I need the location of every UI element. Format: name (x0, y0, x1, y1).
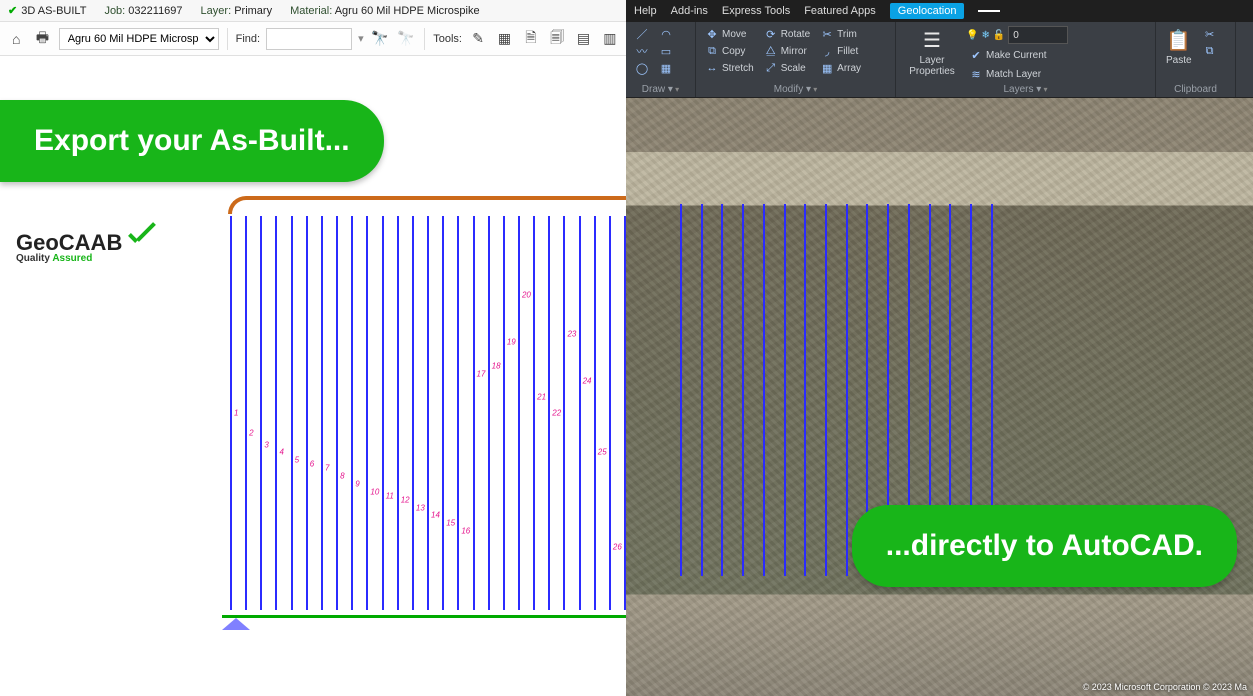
cmd-make-current[interactable]: ✔Make Current (966, 47, 1068, 63)
cmd-cut[interactable]: ✂ (1200, 26, 1220, 42)
cmd-copyclip[interactable]: ⧉ (1200, 43, 1220, 59)
corner-triangle (222, 618, 250, 630)
cmd-copy[interactable]: ⧉Copy (702, 43, 757, 59)
menu-express-tools[interactable]: Express Tools (722, 5, 790, 17)
toolbar: ⌂ 🖶 Agru 60 Mil HDPE Microspike Find: ▾ … (0, 22, 626, 56)
autocad-ribbon: ／ 〰 ◯ ◠ ▭ ▦ Draw ▾ ✥Move ⧉Copy ↔Stretch (626, 22, 1253, 98)
liner-edge (228, 196, 626, 214)
asbuilt-drawing: 1 2 3 4 5 6 7 8 9 10 11 12 13 14 15 16 1… (210, 196, 626, 636)
toe-line (222, 615, 626, 618)
tool-pencil-icon[interactable]: ✎ (468, 28, 488, 50)
tool-list2-icon[interactable]: ▥ (600, 28, 620, 50)
imagery-credit: © 2023 Microsoft Corporation © 2023 Ma (1083, 682, 1247, 692)
panel-clipboard-title: Clipboard (1162, 82, 1229, 95)
cmd-scale[interactable]: ⤢Scale (761, 60, 813, 76)
tool-list1-icon[interactable]: ▤ (573, 28, 593, 50)
print-icon[interactable]: 🖶 (32, 28, 52, 50)
cmd-move[interactable]: ✥Move (702, 26, 757, 42)
callout-export: Export your As-Built... (0, 100, 384, 182)
material-select[interactable]: Agru 60 Mil HDPE Microspike (59, 28, 219, 50)
menu-help[interactable]: Help (634, 5, 657, 17)
cmd-fillet[interactable]: ◞Fillet (817, 43, 864, 59)
cmd-array[interactable]: ▦Array (817, 60, 864, 76)
cmd-hatch[interactable]: ▦ (656, 60, 676, 76)
find-input[interactable] (266, 28, 352, 50)
status-bar: ✔3D AS-BUILT Job: 032211697 Layer: Prima… (0, 0, 626, 22)
ribbon-collapse-icon[interactable] (978, 10, 1000, 12)
layer-combo[interactable] (1008, 26, 1068, 44)
panel-columns: 1 2 3 4 5 6 7 8 9 10 11 12 13 14 15 16 1… (230, 216, 626, 610)
autocad-menubar: Help Add-ins Express Tools Featured Apps… (626, 0, 1253, 22)
checkmark-icon: ✔3D AS-BUILT (8, 4, 86, 17)
cmd-stretch[interactable]: ↔Stretch (702, 60, 757, 76)
panel-layers-title[interactable]: Layers ▾ (902, 82, 1149, 95)
cmd-circle[interactable]: ◯ (632, 60, 652, 76)
find-next-icon: 🔭 (396, 28, 416, 50)
geocaab-logo: GeoCAAB Quality Assured (16, 230, 156, 264)
panel-modify-title[interactable]: Modify ▾ (702, 82, 889, 95)
tool-docs-icon[interactable]: 🗐 (547, 28, 567, 50)
autocad-app: Help Add-ins Express Tools Featured Apps… (626, 0, 1253, 696)
cmd-rotate[interactable]: ⟳Rotate (761, 26, 813, 42)
tool-grid-icon[interactable]: ▦ (494, 28, 514, 50)
cmd-paste[interactable]: 📋 Paste (1162, 26, 1196, 68)
cmd-arc[interactable]: ◠ (656, 26, 676, 42)
menu-addins[interactable]: Add-ins (671, 5, 708, 17)
cmd-trim[interactable]: ✂Trim (817, 26, 864, 42)
panel-draw-title[interactable]: Draw ▾ (632, 82, 689, 95)
callout-autocad: ...directly to AutoCAD. (852, 505, 1237, 587)
panel-clipboard: 📋 Paste ✂ ⧉ Clipboard (1156, 22, 1236, 97)
layer-field: Layer: Primary (201, 5, 273, 17)
menu-featured-apps[interactable]: Featured Apps (804, 5, 876, 17)
cmd-match-layer[interactable]: ≋Match Layer (966, 66, 1068, 82)
find-label: Find: (236, 33, 260, 45)
panel-modify: ✥Move ⧉Copy ↔Stretch ⟳Rotate ⧋Mirror ⤢Sc… (696, 22, 896, 97)
home-icon[interactable]: ⌂ (6, 28, 26, 50)
cmd-line[interactable]: ／ (632, 26, 652, 42)
panel-draw: ／ 〰 ◯ ◠ ▭ ▦ Draw ▾ (626, 22, 696, 97)
job-field: Job: 032211697 (104, 5, 182, 17)
tab-geolocation[interactable]: Geolocation (890, 3, 965, 19)
material-field: Material: Agru 60 Mil HDPE Microspike (290, 5, 480, 17)
cmd-rect[interactable]: ▭ (656, 43, 676, 59)
find-icon[interactable]: 🔭 (370, 28, 390, 50)
logo-check-icon (126, 230, 156, 250)
panel-layers: ☰ Layer Properties 💡❄🔓 ✔Make Current ≋Ma… (896, 22, 1156, 97)
tool-doc-icon[interactable]: 🗎 (521, 28, 541, 50)
cmd-polyline[interactable]: 〰 (632, 43, 652, 59)
cmd-layer-properties[interactable]: ☰ Layer Properties (902, 26, 962, 79)
aerial-view[interactable]: © 2023 Microsoft Corporation © 2023 Ma (626, 98, 1253, 696)
cmd-mirror[interactable]: ⧋Mirror (761, 43, 813, 59)
tools-label: Tools: (433, 33, 462, 45)
